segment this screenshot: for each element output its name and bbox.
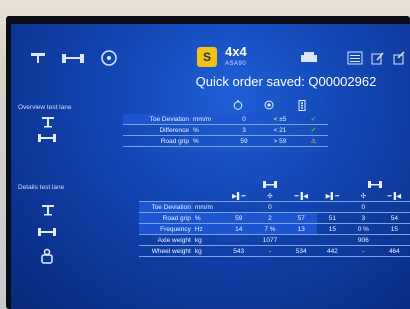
brand-label: 4x4 ASA90 (225, 44, 247, 67)
row-name: Road grip (139, 212, 193, 224)
table-row: Toe Deviation mm/m 0 < ±5 ✔ (123, 114, 328, 125)
cell (378, 234, 410, 246)
cell (285, 234, 317, 246)
edit-icon[interactable] (369, 44, 387, 72)
row-name: Toe Deviation (139, 201, 193, 213)
status-warning-icon: ⚠ (299, 135, 328, 147)
row-value: 3 (227, 124, 261, 136)
brand-logo-icon: S (197, 47, 217, 67)
row-name: Difference (123, 124, 191, 136)
table-row: Difference % 3 < 21 ✔ (123, 124, 328, 136)
table-row: Road grip % 59 2 57 51 3 54 (139, 212, 410, 224)
export-icon[interactable] (391, 44, 407, 72)
row-unit: mm/m (191, 114, 227, 125)
row-unit: % (191, 135, 227, 147)
cell: 59 (223, 212, 255, 224)
brake-roller-icon[interactable] (96, 44, 122, 72)
target-icon (264, 100, 274, 112)
cell: 57 (285, 212, 317, 224)
cell: 906 (347, 234, 379, 246)
axle-rear-icon (367, 180, 383, 191)
axle-side-icon (37, 226, 57, 241)
right-wheel-icon: ━▐◀ (378, 191, 410, 202)
axle-test-icon[interactable] (59, 44, 87, 72)
screen: S 4x4 ASA90 Quick order saved: Q00002962… (11, 24, 410, 309)
cell: 54 (378, 212, 410, 224)
left-wheel-icon: ▶▌━ (223, 191, 255, 202)
row-name: Axle weight (139, 234, 193, 246)
cell: 51 (316, 212, 348, 224)
cell: 7 % (254, 223, 286, 235)
cell (285, 201, 317, 213)
cell: 14 (223, 223, 255, 235)
cell (223, 234, 255, 246)
row-name: Road grip (123, 135, 191, 147)
cell: 0 % (347, 223, 379, 235)
row-limit: < ±5 (261, 114, 299, 125)
cell: 0 (347, 201, 379, 213)
table-row: Wheel weight kg 543 - 534 442 - 464 (139, 245, 410, 257)
row-unit: % (192, 212, 224, 224)
row-unit: % (191, 124, 227, 136)
cell: 464 (378, 245, 410, 257)
toolbar: S 4x4 ASA90 (11, 44, 410, 74)
table-row: Frequency Hz 14 7 % 13 15 0 % 15 (139, 223, 410, 235)
table-row: Toe Deviation mm/m 0 0 (139, 201, 410, 213)
cell: - (347, 245, 379, 257)
overview-table: Toe Deviation mm/m 0 < ±5 ✔ Difference %… (123, 114, 328, 147)
stopwatch-icon (233, 100, 243, 112)
cell: 543 (223, 245, 255, 257)
cell: 13 (285, 223, 317, 235)
left-wheel-icon: ▶▌━ (316, 191, 348, 202)
cell: 534 (285, 245, 317, 257)
row-value: 0 (227, 114, 261, 125)
table-row: Axle weight kg 1077 906 (139, 234, 410, 246)
details-table: ▶▌━ ✣ ━▐◀ ▶▌━ ✣ ━▐◀ Toe Deviation mm/m 0… (139, 191, 410, 257)
cell (316, 234, 348, 246)
row-name: Wheel weight (139, 245, 193, 257)
status-ok-icon: ✔ (299, 114, 328, 125)
overview-label: Overview test lane (18, 104, 72, 111)
axle-front-icon (262, 180, 278, 191)
cell: 3 (347, 212, 379, 224)
row-name: Frequency (139, 223, 193, 235)
list-icon[interactable] (345, 44, 365, 72)
weight-icon (40, 248, 54, 267)
cell (223, 201, 255, 213)
table-row: Road grip % 59 > 59 ⚠ (123, 135, 328, 147)
cell: 15 (378, 223, 410, 235)
row-limit: > 59 (261, 135, 299, 147)
traffic-light-icon (298, 100, 306, 113)
row-limit: < 21 (261, 124, 299, 136)
right-wheel-icon: ━▐◀ (285, 191, 317, 202)
cell: 2 (254, 212, 286, 224)
row-unit: kg (192, 234, 224, 246)
cell: 15 (316, 223, 348, 235)
difference-icon: ✣ (347, 191, 379, 202)
row-value: 59 (227, 135, 261, 147)
row-name: Toe Deviation (123, 114, 191, 125)
cell (378, 201, 410, 213)
lift-icon[interactable] (27, 44, 49, 72)
row-unit: Hz (192, 223, 224, 235)
cell: 0 (254, 201, 286, 213)
status-ok-icon: ✔ (299, 124, 328, 136)
details-label: Details test lane (18, 184, 65, 191)
cell: - (254, 245, 286, 257)
cell: 1077 (254, 234, 286, 246)
lift-side-icon (41, 204, 55, 219)
lift-side-icon (41, 116, 55, 131)
cell: 442 (316, 245, 348, 257)
column-header-row: ▶▌━ ✣ ━▐◀ ▶▌━ ✣ ━▐◀ (139, 191, 410, 202)
page-title: Quick order saved: Q00002962 (195, 74, 377, 89)
axle-side-icon (37, 132, 57, 147)
row-unit: mm/m (192, 201, 224, 213)
row-unit: kg (192, 245, 224, 257)
printer-icon[interactable] (296, 44, 322, 72)
difference-icon: ✣ (254, 191, 286, 202)
cell (316, 201, 348, 213)
